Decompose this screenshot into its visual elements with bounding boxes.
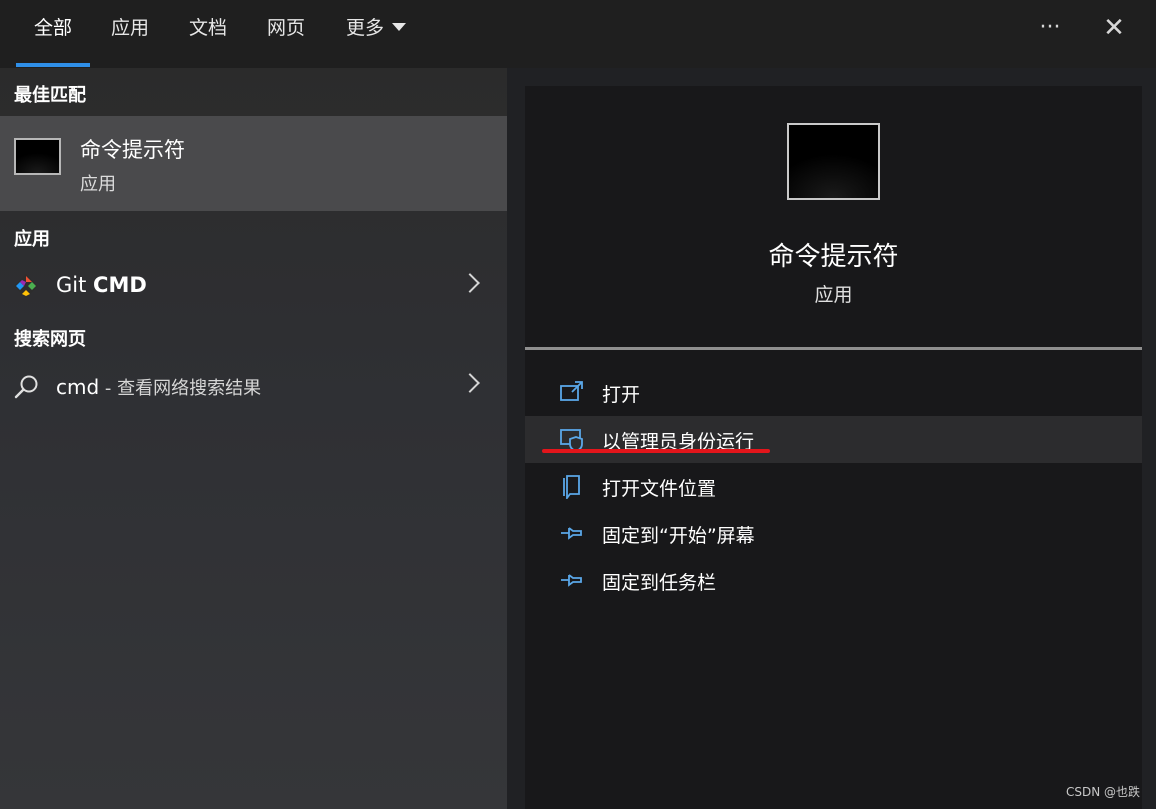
results-pane: 最佳匹配 命令提示符 应用 应用 Git CMD 搜索网页 cmd - 查看网络… — [0, 68, 507, 809]
tab-web[interactable]: 网页 — [256, 0, 316, 68]
open-label: 打开 — [602, 384, 641, 406]
search-tab-bar: 全部 应用 文档 网页 更多 ··· ✕ — [0, 0, 1156, 68]
git-icon — [14, 274, 38, 298]
details-pane: 命令提示符 应用 打开 以管理员身份运行 打开文件位置 固定到“开始”屏幕 固定… — [525, 86, 1142, 809]
tab-documents[interactable]: 文档 — [178, 0, 238, 68]
open-icon — [560, 381, 583, 401]
web-search-label: cmd - 查看网络搜索结果 — [56, 374, 261, 400]
search-icon — [14, 375, 38, 399]
tab-more[interactable]: 更多 — [336, 0, 416, 68]
open-action[interactable]: 打开 — [525, 369, 1142, 416]
pin-to-start-action[interactable]: 固定到“开始”屏幕 — [525, 510, 1142, 557]
more-options-icon[interactable]: ··· — [1030, 12, 1070, 44]
run-as-admin-action[interactable]: 以管理员身份运行 — [525, 416, 1142, 463]
web-search-item[interactable]: cmd - 查看网络搜索结果 — [0, 362, 507, 412]
tab-more-label: 更多 — [345, 17, 384, 39]
open-file-location-action[interactable]: 打开文件位置 — [525, 463, 1142, 510]
app-item-label: Git CMD — [56, 273, 147, 297]
pin-to-taskbar-label: 固定到任务栏 — [602, 572, 717, 594]
best-match-item[interactable]: 命令提示符 应用 — [0, 116, 507, 211]
app-name-regular: Git — [56, 273, 94, 297]
pin-to-taskbar-action[interactable]: 固定到任务栏 — [525, 557, 1142, 604]
best-match-heading: 最佳匹配 — [14, 85, 86, 106]
active-tab-indicator — [16, 63, 90, 67]
apps-heading: 应用 — [14, 229, 50, 250]
app-title: 命令提示符 — [768, 242, 899, 272]
pin-icon — [561, 527, 582, 540]
tab-all[interactable]: 全部 — [16, 0, 90, 68]
web-search-query: cmd — [56, 375, 100, 399]
chevron-right-icon[interactable] — [460, 373, 480, 393]
chevron-down-icon — [392, 22, 406, 31]
web-search-suffix: - 查看网络搜索结果 — [99, 378, 262, 399]
open-file-location-label: 打开文件位置 — [602, 478, 717, 500]
pin-to-start-label: 固定到“开始”屏幕 — [602, 525, 755, 547]
chevron-right-icon[interactable] — [460, 273, 480, 293]
best-match-title: 命令提示符 — [80, 138, 185, 162]
highlight-underline — [542, 449, 770, 453]
app-name-bold: CMD — [93, 273, 147, 297]
file-location-icon — [563, 475, 580, 499]
command-prompt-icon — [14, 138, 61, 175]
close-icon[interactable]: ✕ — [1094, 12, 1134, 44]
best-match-subtitle: 应用 — [80, 174, 116, 195]
app-type: 应用 — [814, 284, 853, 306]
divider — [525, 347, 1142, 350]
tab-apps[interactable]: 应用 — [100, 0, 160, 68]
watermark: CSDN @也跌 — [1065, 785, 1140, 799]
command-prompt-large-icon — [787, 123, 880, 200]
app-item-git-cmd[interactable]: Git CMD — [0, 262, 507, 312]
web-search-heading: 搜索网页 — [14, 329, 86, 350]
pin-icon — [561, 574, 582, 587]
